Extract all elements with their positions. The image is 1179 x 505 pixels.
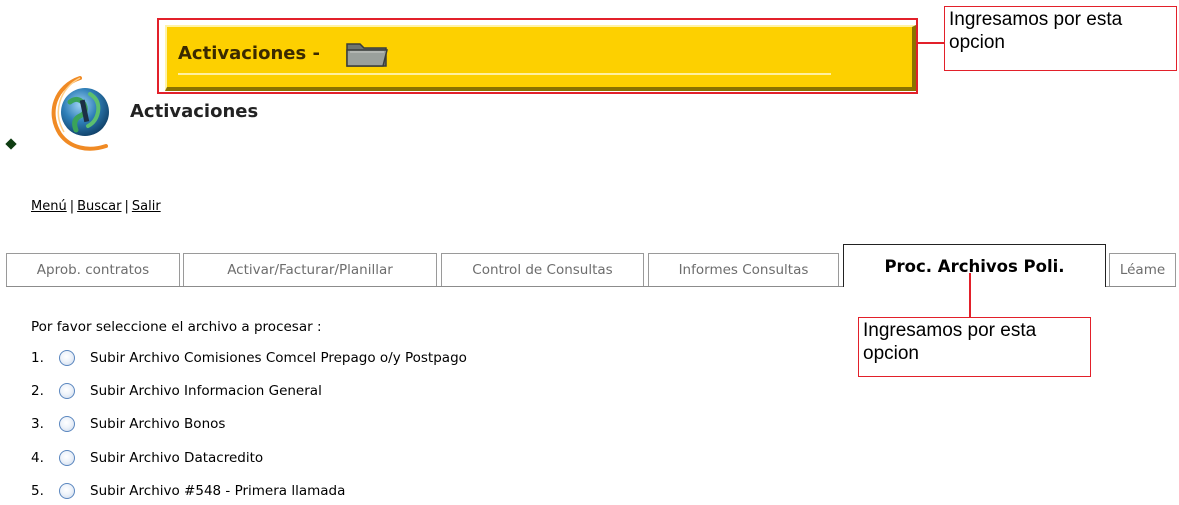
nav-separator: | [124, 199, 129, 214]
option-row: 1. Subir Archivo Comisiones Comcel Prepa… [31, 347, 467, 369]
option-number: 2. [31, 383, 44, 399]
globe-logo-icon [51, 76, 109, 151]
radio-button[interactable] [59, 483, 75, 499]
page-title: Activaciones [130, 101, 259, 122]
tab-proc-archivos-poli[interactable]: Proc. Archivos Poli. [843, 244, 1106, 287]
radio-button[interactable] [59, 350, 75, 366]
option-row: 5. Subir Archivo #548 - Primera llamada [31, 480, 345, 502]
option-label[interactable]: Subir Archivo Comisiones Comcel Prepago … [90, 350, 467, 366]
annotation-callout-top: Ingresamos por esta opcion [944, 6, 1177, 71]
bullet-marker [5, 138, 17, 150]
option-number: 1. [31, 350, 44, 366]
nav-links: Menú | Buscar | Salir [31, 199, 161, 214]
form-prompt: Por favor seleccione el archivo a proces… [31, 319, 322, 335]
option-label[interactable]: Subir Archivo Datacredito [90, 450, 263, 466]
option-label[interactable]: Subir Archivo Bonos [90, 416, 225, 432]
folder-icon[interactable] [344, 38, 390, 68]
tab-aprob-contratos[interactable]: Aprob. contratos [6, 253, 180, 286]
tab-control-consultas[interactable]: Control de Consultas [441, 253, 644, 286]
banner-divider [178, 73, 831, 75]
tab-activar-facturar-planillar[interactable]: Activar/Facturar/Planillar [183, 253, 437, 286]
tab-informes-consultas[interactable]: Informes Consultas [648, 253, 839, 286]
option-row: 4. Subir Archivo Datacredito [31, 447, 263, 469]
option-number: 4. [31, 450, 44, 466]
option-row: 2. Subir Archivo Informacion General [31, 380, 322, 402]
nav-separator: | [69, 199, 75, 214]
option-number: 3. [31, 416, 44, 432]
annotation-callout-tab: Ingresamos por esta opcion [858, 317, 1091, 377]
logout-link[interactable]: Salir [132, 199, 161, 214]
tab-leame[interactable]: Léame [1109, 253, 1176, 286]
option-number: 5. [31, 483, 44, 499]
option-label[interactable]: Subir Archivo Informacion General [90, 383, 322, 399]
banner-title[interactable]: Activaciones - [178, 43, 320, 64]
radio-button[interactable] [59, 416, 75, 432]
radio-button[interactable] [59, 450, 75, 466]
search-link[interactable]: Buscar [77, 199, 121, 214]
annotation-connector [969, 273, 971, 318]
radio-button[interactable] [59, 383, 75, 399]
option-label[interactable]: Subir Archivo #548 - Primera llamada [90, 483, 345, 499]
annotation-connector [918, 42, 945, 44]
option-row: 3. Subir Archivo Bonos [31, 413, 225, 435]
menu-link[interactable]: Menú [31, 199, 67, 214]
